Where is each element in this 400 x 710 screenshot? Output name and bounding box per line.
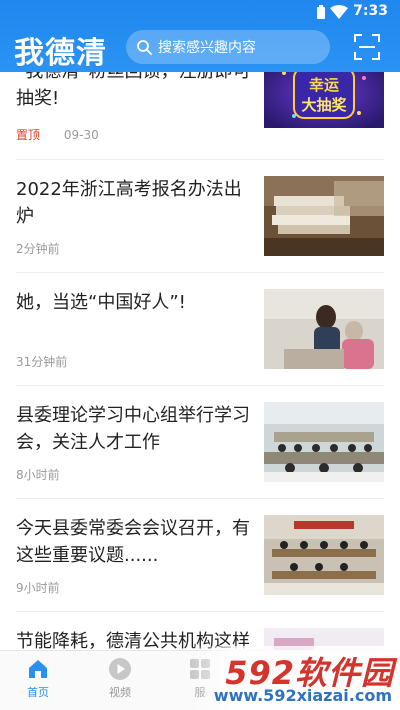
- news-title: 她，当选“中国好人”!: [16, 292, 186, 313]
- nav-video[interactable]: 视频: [92, 657, 148, 700]
- scan-icon[interactable]: [354, 34, 380, 60]
- news-title: “我德清”粉丝回馈，注册即可抽奖!: [16, 72, 251, 109]
- search-bar[interactable]: 搜索感兴趣内容: [126, 30, 330, 64]
- search-icon: [137, 40, 152, 55]
- play-icon: [109, 658, 131, 680]
- news-thumbnail: [264, 289, 384, 369]
- nav-home[interactable]: 首页: [10, 657, 66, 700]
- status-time: 7:33: [353, 3, 388, 19]
- news-feed: “我德清”粉丝回馈，注册即可抽奖! 置顶 09-30 幸运 大抽奖 2: [0, 72, 400, 650]
- news-time: 09-30: [63, 128, 99, 142]
- watermark-url: www.592xiazai.com: [213, 686, 392, 705]
- news-thumbnail: [264, 402, 384, 482]
- news-meta: 2分钟前: [16, 240, 60, 257]
- pinned-badge: 置顶: [16, 128, 41, 142]
- news-time: 31分钟前: [16, 355, 68, 369]
- news-meta: 9小时前: [16, 579, 60, 596]
- news-time: 8小时前: [16, 468, 60, 482]
- nav-label: 视频: [109, 686, 131, 699]
- news-thumbnail: [264, 515, 384, 595]
- news-meta: 31分钟前: [16, 353, 67, 370]
- news-item[interactable]: 县委理论学习中心组举行学习会，关注人才工作 8小时前: [16, 386, 384, 499]
- svg-text:大抽奖: 大抽奖: [301, 96, 347, 114]
- svg-text:幸运: 幸运: [309, 76, 339, 94]
- news-title: 县委理论学习中心组举行学习会，关注人才工作: [16, 405, 250, 453]
- search-placeholder: 搜索感兴趣内容: [158, 40, 256, 56]
- news-thumbnail: [264, 176, 384, 256]
- app-header: 7:33 我德清 搜索感兴趣内容: [0, 0, 400, 72]
- home-icon: [29, 660, 47, 678]
- news-title: 今天县委常委会会议召开，有这些重要议题......: [16, 518, 250, 566]
- news-time: 2分钟前: [16, 242, 60, 256]
- news-item[interactable]: 今天县委常委会会议召开，有这些重要议题...... 9小时前: [16, 499, 384, 612]
- news-item[interactable]: 她，当选“中国好人”! 31分钟前: [16, 273, 384, 386]
- wifi-icon: [330, 5, 348, 19]
- news-meta: 置顶 09-30: [16, 126, 99, 143]
- status-bar: 7:33: [0, 0, 400, 24]
- news-item[interactable]: 节能降耗，德清公共机构这样: [16, 612, 384, 650]
- battery-icon: [317, 5, 325, 19]
- nav-label: 首页: [27, 686, 49, 699]
- app-logo: 我德清: [14, 36, 107, 71]
- news-time: 9小时前: [16, 581, 60, 595]
- news-title: 2022年浙江高考报名办法出炉: [16, 179, 242, 227]
- news-item[interactable]: 2022年浙江高考报名办法出炉 2分钟前: [16, 160, 384, 273]
- news-meta: 8小时前: [16, 466, 60, 483]
- news-thumbnail: 幸运 大抽奖: [264, 72, 384, 128]
- watermark: 592软件园 www.592xiazai.com: [190, 646, 400, 710]
- news-item[interactable]: “我德清”粉丝回馈，注册即可抽奖! 置顶 09-30 幸运 大抽奖: [16, 72, 384, 160]
